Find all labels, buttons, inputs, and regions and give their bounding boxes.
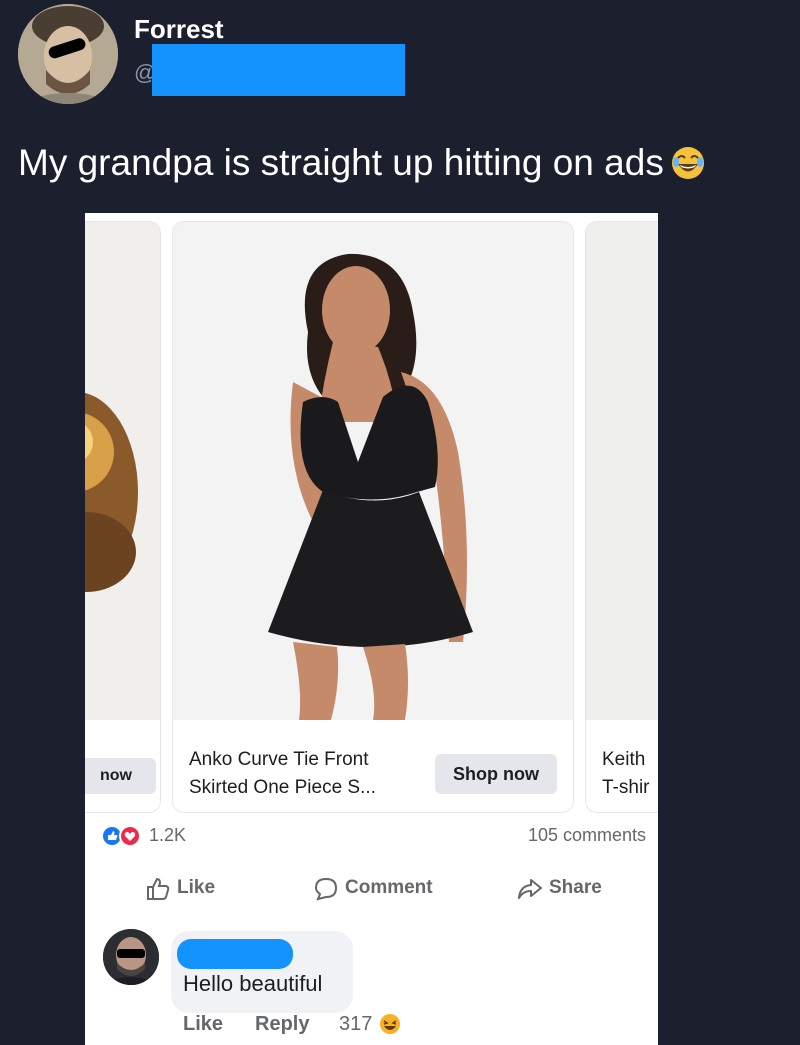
product-image-swimsuit (173, 222, 573, 720)
shop-now-button-partial[interactable]: now (85, 758, 156, 794)
product-title[interactable]: Anko Curve Tie Front Skirted One Piece S… (189, 746, 409, 802)
comment-reaction-count[interactable]: 317 (339, 1013, 372, 1036)
laughing-emoji-icon (670, 145, 706, 190)
product-title-line2: T-shir (602, 777, 650, 798)
product-title-line1: Keith (602, 749, 646, 770)
shop-now-button[interactable]: Shop now (435, 754, 557, 794)
card-footer: now (85, 720, 160, 812)
comment-label: Comment (345, 877, 433, 898)
reaction-icons[interactable] (101, 825, 145, 847)
comment-bubble: Hello beautiful (171, 931, 353, 1013)
comment-bubble-icon (314, 877, 338, 901)
carousel-card-previous[interactable]: now (85, 221, 161, 813)
card-footer: Anko Curve Tie Front Skirted One Piece S… (173, 720, 573, 812)
haha-reaction-icon (380, 1014, 400, 1034)
commenter-avatar[interactable] (103, 929, 159, 985)
comments-count[interactable]: 105 comments (528, 825, 646, 846)
facebook-ad-screenshot: now Anko Curve Tie Front Skirted One Pie… (85, 213, 658, 1045)
commenter-name-redaction (177, 939, 293, 969)
user-avatar[interactable] (18, 4, 118, 104)
carousel-card-main[interactable]: Anko Curve Tie Front Skirted One Piece S… (172, 221, 574, 813)
comment-like-link[interactable]: Like (183, 1013, 223, 1036)
comment-text: Hello beautiful (183, 971, 323, 996)
reaction-count[interactable]: 1.2K (149, 825, 186, 846)
tweet-header: Forrest @ (0, 0, 800, 120)
product-image-lamp (85, 222, 160, 720)
comment-reply-link[interactable]: Reply (255, 1013, 309, 1036)
display-name[interactable]: Forrest (134, 14, 224, 45)
share-label: Share (549, 877, 602, 898)
product-title-partial[interactable]: Keith T-shir (602, 746, 658, 802)
post-actions: Like Comment Share (85, 871, 658, 907)
like-label: Like (177, 877, 216, 898)
carousel-card-next[interactable]: Keith T-shir (585, 221, 658, 813)
tweet-text: My grandpa is straight up hitting on ads (18, 142, 706, 190)
share-arrow-icon (518, 879, 542, 899)
tweet-text-content: My grandpa is straight up hitting on ads (18, 142, 664, 183)
card-footer: Keith T-shir (586, 720, 658, 812)
handle-redaction (152, 44, 405, 96)
thumbs-up-icon (147, 877, 170, 900)
product-image-next (586, 222, 658, 720)
reactions-summary: 1.2K 105 comments (101, 823, 646, 851)
